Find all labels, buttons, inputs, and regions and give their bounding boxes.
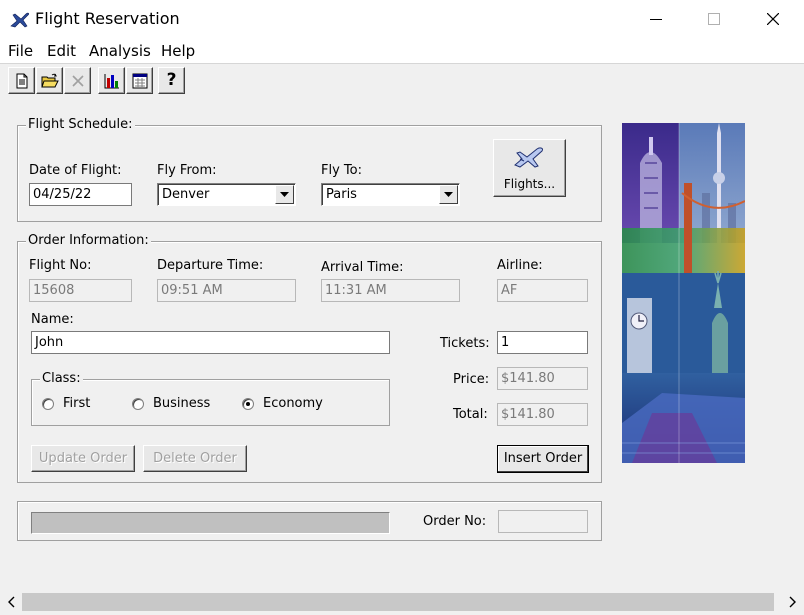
fly-to-label: Fly To: bbox=[321, 163, 362, 178]
graph-button[interactable] bbox=[98, 67, 125, 94]
class-business-label: Business bbox=[153, 396, 211, 411]
close-icon bbox=[767, 13, 779, 25]
radio-button[interactable] bbox=[42, 397, 54, 410]
order-information-legend: Order Information: bbox=[26, 233, 151, 249]
fly-from-dropdown-button[interactable] bbox=[275, 185, 294, 204]
airline-field: AF bbox=[497, 279, 588, 302]
insert-order-button[interactable]: Insert Order bbox=[497, 445, 589, 473]
delete-order-button-form[interactable]: Delete Order bbox=[143, 445, 247, 472]
delete-order-label: Delete Order bbox=[153, 451, 237, 466]
graph-icon bbox=[104, 73, 119, 88]
order-no-label: Order No: bbox=[423, 514, 487, 529]
price-label: Price: bbox=[453, 372, 490, 387]
class-first-radio[interactable]: First bbox=[42, 396, 90, 411]
total-field: $141.80 bbox=[497, 403, 588, 426]
menu-bar: File Edit Analysis Help bbox=[0, 38, 804, 64]
class-business-radio[interactable]: Business bbox=[132, 396, 210, 411]
open-order-button[interactable] bbox=[36, 67, 63, 94]
date-of-flight-label: Date of Flight: bbox=[29, 163, 122, 178]
flight-no-label: Flight No: bbox=[29, 258, 92, 273]
tickets-field[interactable]: 1 bbox=[497, 331, 588, 354]
chevron-left-icon bbox=[8, 596, 15, 608]
arrival-time-label: Arrival Time: bbox=[321, 260, 404, 275]
flights-button[interactable]: Flights... bbox=[493, 139, 566, 197]
chevron-right-icon bbox=[789, 596, 796, 608]
fly-to-value: Paris bbox=[326, 187, 357, 202]
delete-order-icon bbox=[71, 74, 84, 87]
flights-button-label: Flights... bbox=[503, 177, 556, 191]
scroll-left-button[interactable] bbox=[0, 591, 22, 613]
radio-button-selected[interactable] bbox=[242, 397, 254, 410]
report-icon bbox=[132, 73, 147, 88]
report-button[interactable] bbox=[126, 67, 153, 94]
new-order-button[interactable] bbox=[8, 67, 35, 94]
minimize-icon bbox=[650, 19, 662, 20]
airplane-icon bbox=[514, 147, 543, 168]
title-bar: Flight Reservation bbox=[0, 0, 804, 38]
horizontal-scrollbar[interactable] bbox=[0, 591, 804, 613]
date-of-flight-field[interactable]: 04/25/22 bbox=[29, 183, 132, 206]
fly-from-value: Denver bbox=[162, 187, 210, 202]
price-field: $141.80 bbox=[497, 367, 588, 390]
help-icon: ? bbox=[166, 70, 177, 90]
tickets-label: Tickets: bbox=[440, 336, 490, 351]
maximize-icon bbox=[708, 13, 720, 25]
insert-order-label: Insert Order bbox=[503, 451, 583, 466]
fly-to-dropdown-button[interactable] bbox=[439, 185, 458, 204]
menu-help[interactable]: Help bbox=[161, 41, 195, 61]
flight-no-field: 15608 bbox=[29, 279, 132, 302]
class-economy-label: Economy bbox=[263, 396, 323, 411]
total-label: Total: bbox=[453, 407, 488, 422]
progress-bar bbox=[31, 512, 390, 534]
name-field[interactable]: John bbox=[31, 331, 390, 354]
update-order-label: Update Order bbox=[38, 451, 128, 466]
close-button[interactable] bbox=[744, 0, 802, 38]
class-first-label: First bbox=[63, 396, 91, 411]
minimize-button[interactable] bbox=[627, 0, 685, 38]
departure-time-field: 09:51 AM bbox=[157, 279, 296, 302]
maximize-button[interactable] bbox=[685, 0, 743, 38]
scroll-right-button[interactable] bbox=[782, 591, 804, 613]
class-legend: Class: bbox=[40, 371, 83, 387]
arrival-time-field: 11:31 AM bbox=[321, 279, 460, 302]
radio-button[interactable] bbox=[132, 397, 144, 410]
menu-file[interactable]: File bbox=[8, 41, 33, 61]
delete-order-button[interactable] bbox=[64, 67, 91, 94]
help-button[interactable]: ? bbox=[158, 67, 185, 94]
order-no-field bbox=[498, 510, 588, 533]
travel-collage-image bbox=[622, 123, 745, 463]
new-order-icon bbox=[16, 73, 27, 88]
menu-edit[interactable]: Edit bbox=[47, 41, 76, 61]
class-economy-radio[interactable]: Economy bbox=[242, 396, 323, 411]
window-title: Flight Reservation bbox=[35, 9, 180, 28]
menu-analysis[interactable]: Analysis bbox=[89, 41, 151, 61]
chevron-down-icon bbox=[444, 192, 453, 197]
open-order-icon bbox=[40, 73, 59, 87]
name-label: Name: bbox=[31, 312, 74, 327]
fly-from-label: Fly From: bbox=[157, 163, 217, 178]
fly-to-dropdown[interactable]: Paris bbox=[321, 183, 460, 206]
toolbar: ? bbox=[0, 65, 804, 97]
airline-label: Airline: bbox=[497, 258, 543, 273]
airplane-icon bbox=[10, 12, 30, 28]
departure-time-label: Departure Time: bbox=[157, 258, 264, 273]
scrollbar-thumb[interactable] bbox=[22, 593, 774, 611]
chevron-down-icon bbox=[280, 192, 289, 197]
update-order-button[interactable]: Update Order bbox=[31, 445, 135, 472]
flight-schedule-legend: Flight Schedule: bbox=[26, 117, 135, 133]
fly-from-dropdown[interactable]: Denver bbox=[157, 183, 296, 206]
